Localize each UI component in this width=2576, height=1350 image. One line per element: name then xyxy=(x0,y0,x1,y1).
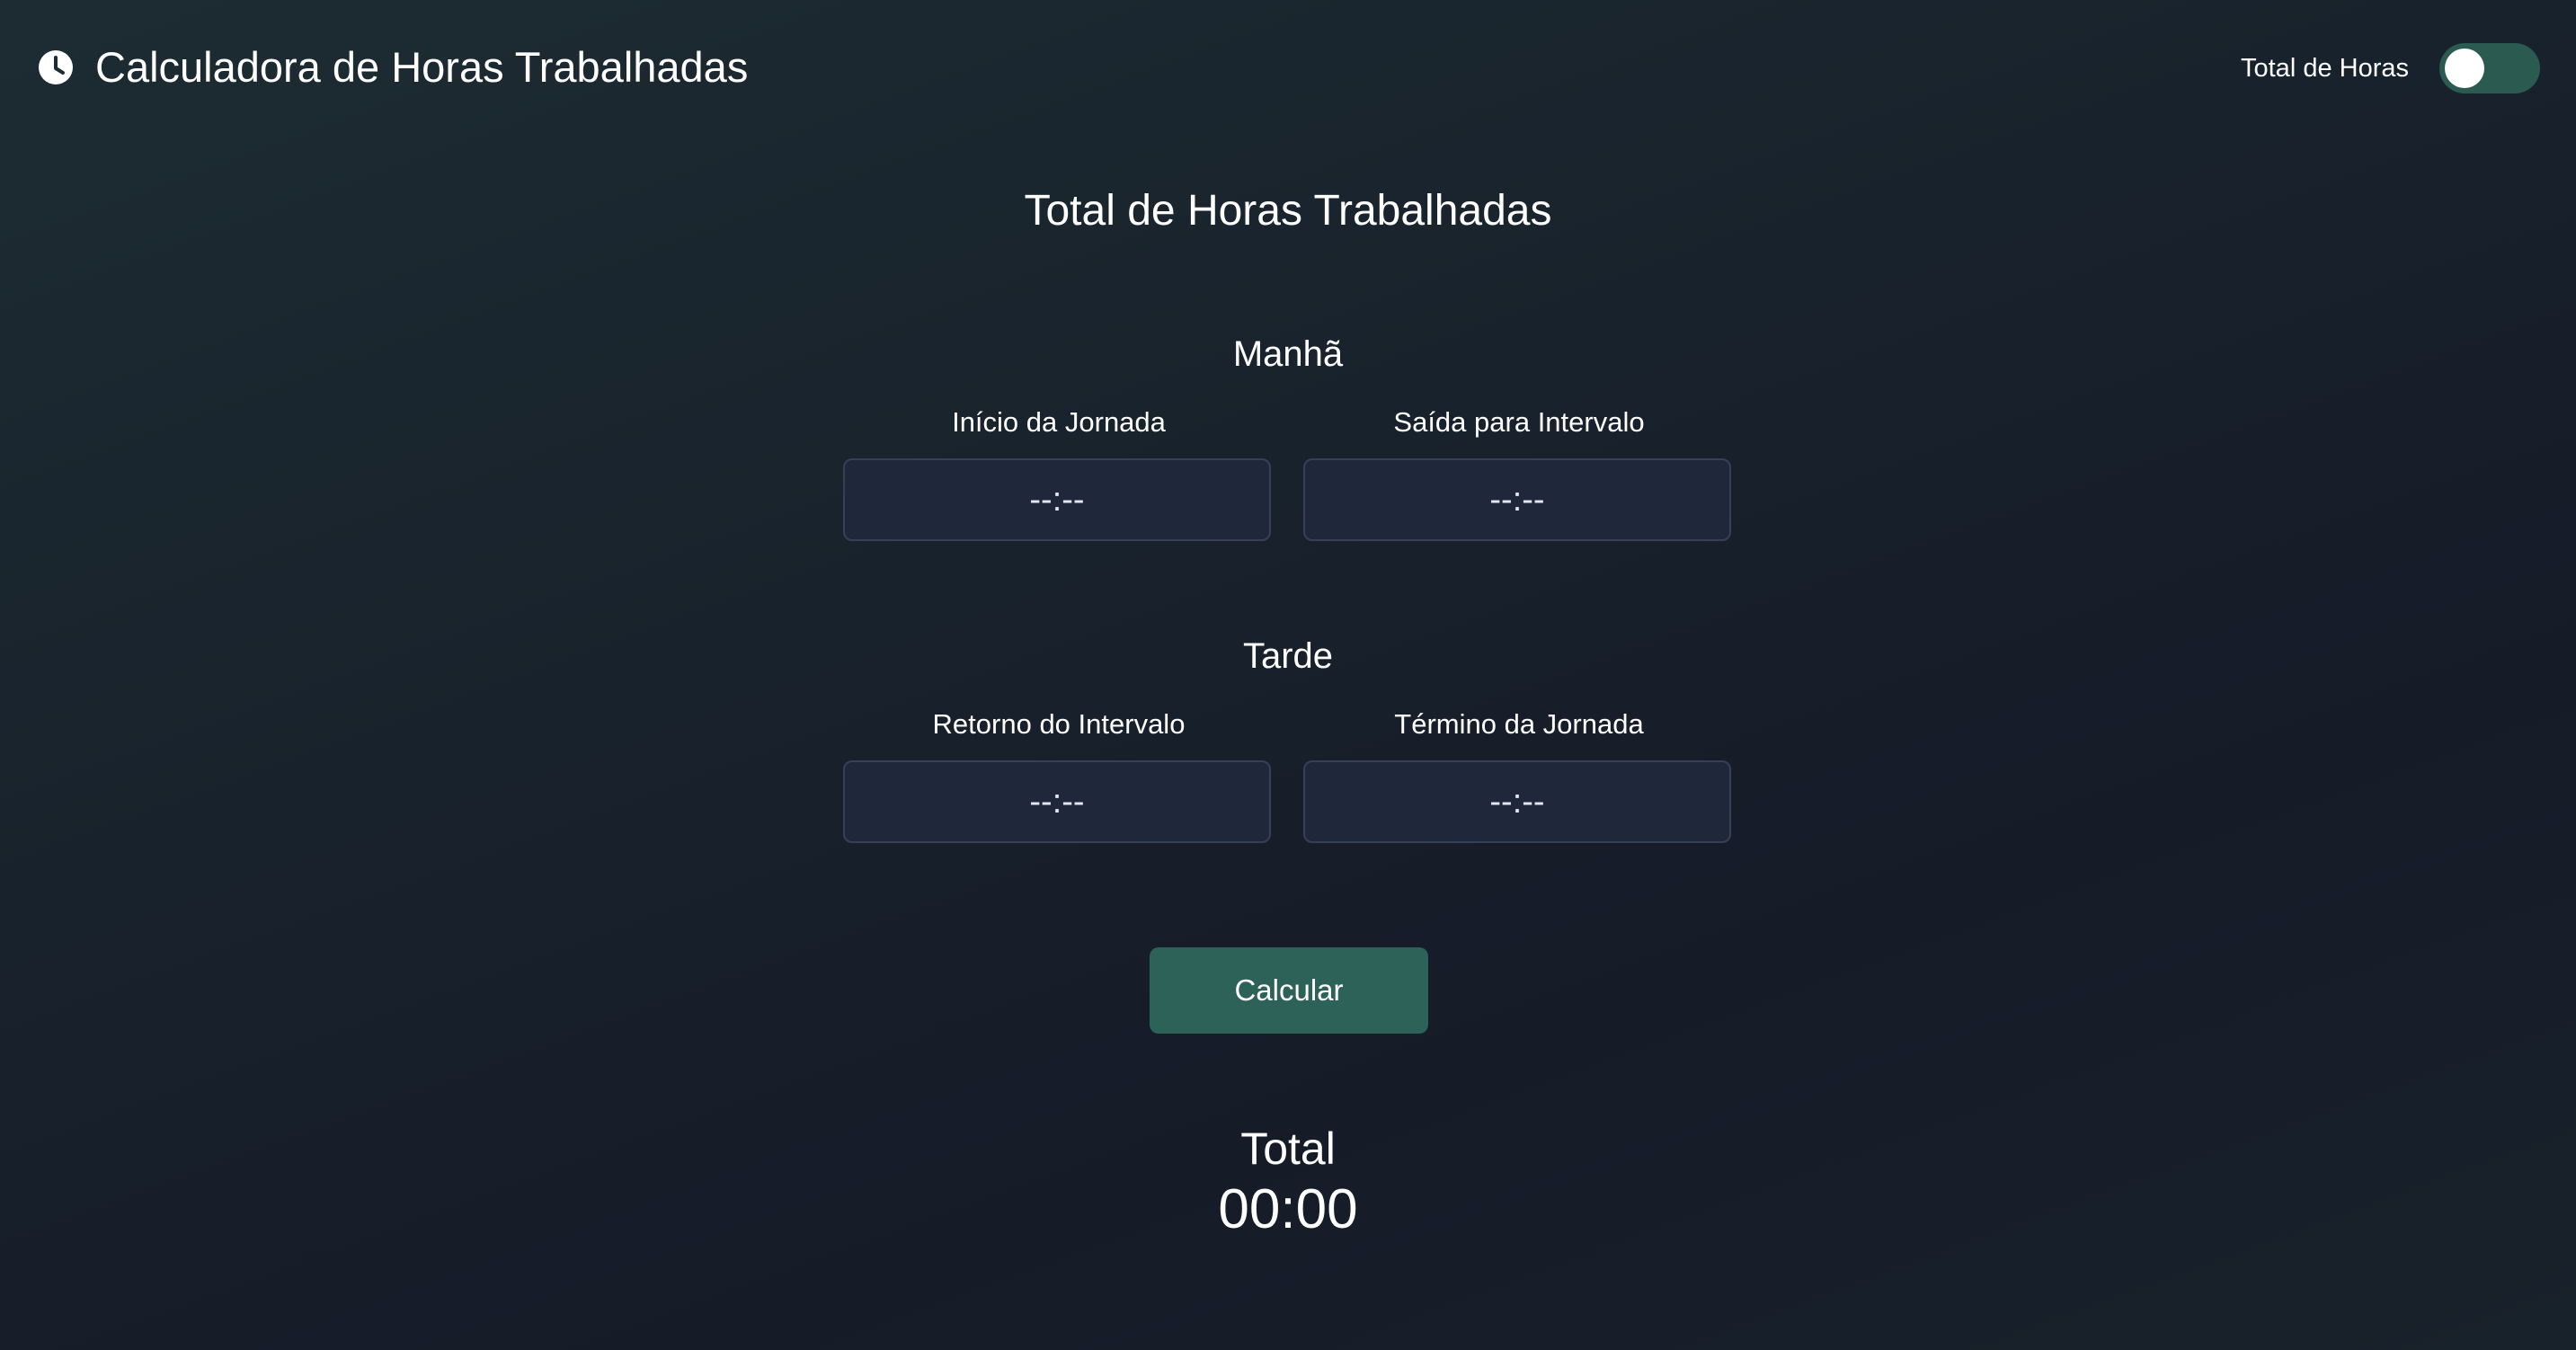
total-value: 00:00 xyxy=(1218,1178,1358,1240)
morning-section-title: Manhã xyxy=(1232,334,1344,374)
break-out-time-input[interactable] xyxy=(1303,458,1731,541)
break-return-time-input[interactable] xyxy=(843,760,1271,843)
start-time-input[interactable] xyxy=(843,458,1271,541)
total-hours-toggle-label: Total de Horas xyxy=(2241,54,2409,83)
app-header: Calculadora de Horas Trabalhadas Total d… xyxy=(0,0,2576,135)
end-time-input[interactable] xyxy=(1303,760,1731,843)
afternoon-section-title: Tarde xyxy=(1242,636,1334,676)
break-out-label: Saída para Intervalo xyxy=(1393,406,1645,438)
toggle-knob xyxy=(2445,49,2484,88)
clock-icon xyxy=(39,50,73,84)
page-title: Total de Horas Trabalhadas xyxy=(1024,187,1552,235)
total-hours-toggle[interactable] xyxy=(2439,43,2540,93)
start-label: Início da Jornada xyxy=(952,406,1166,438)
app-title: Calculadora de Horas Trabalhadas xyxy=(95,43,749,91)
total-label: Total xyxy=(1240,1124,1336,1174)
calculate-button[interactable]: Calcular xyxy=(1150,947,1428,1034)
break-return-label: Retorno do Intervalo xyxy=(932,708,1186,740)
end-label: Término da Jornada xyxy=(1394,708,1644,740)
